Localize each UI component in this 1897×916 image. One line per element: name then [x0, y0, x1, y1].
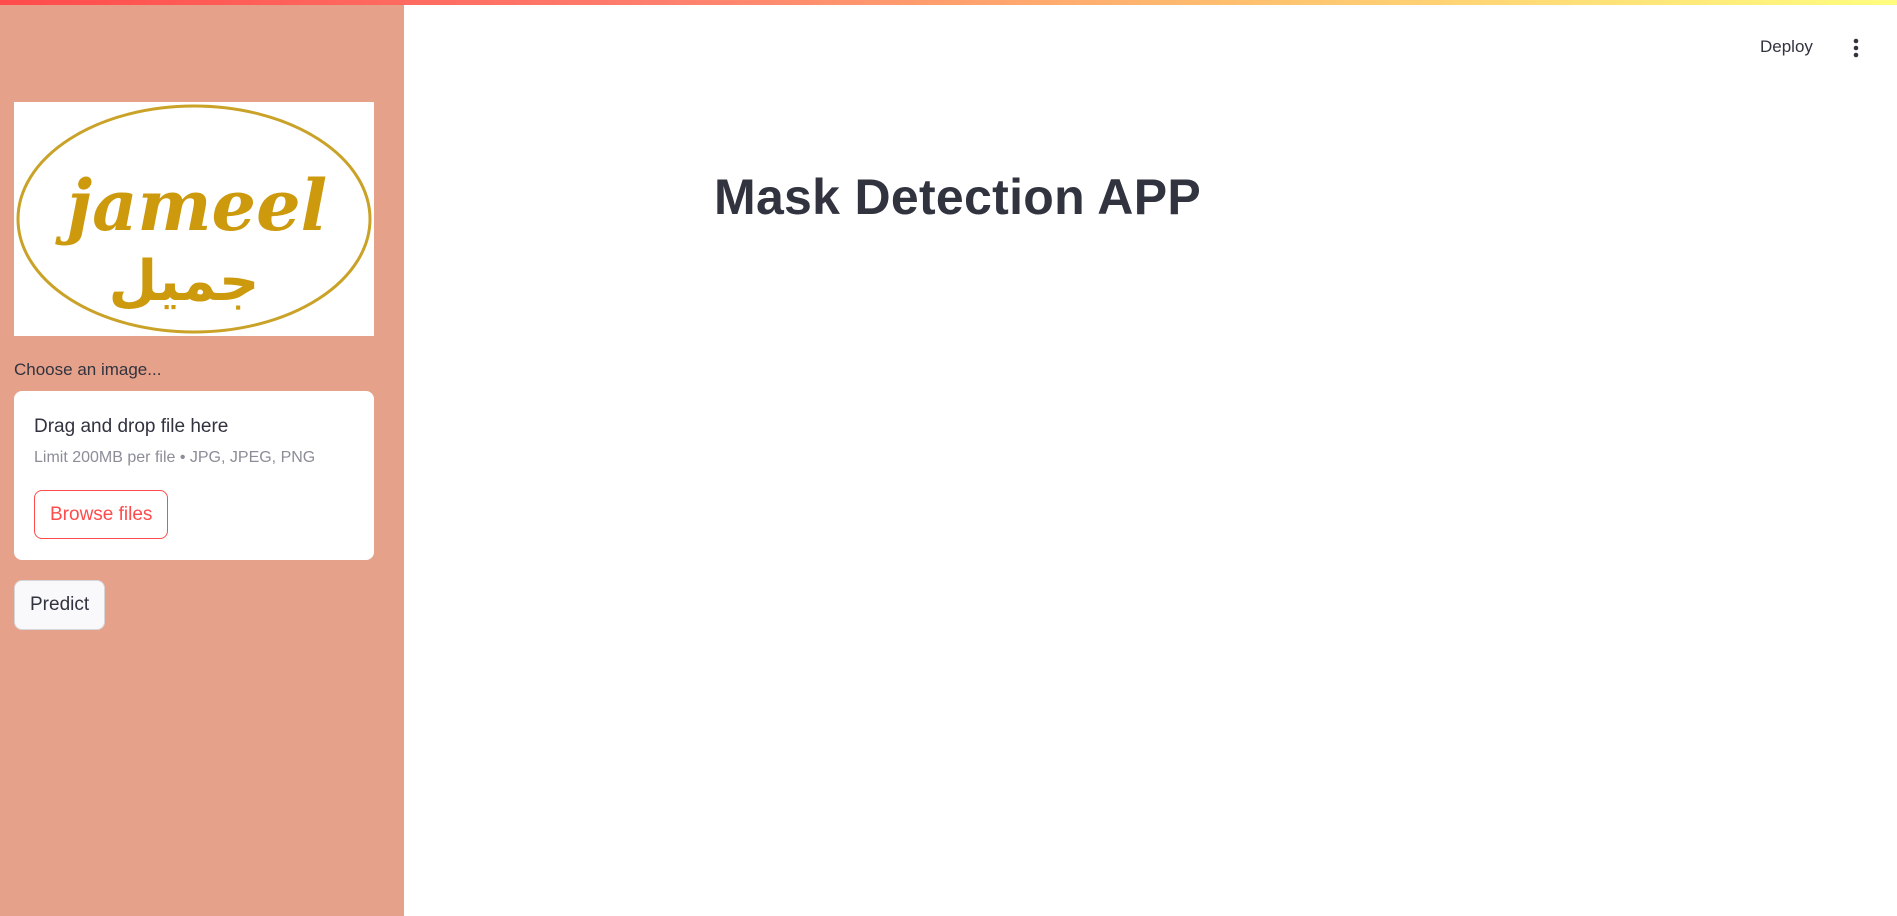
sidebar-logo: jameel جميل	[14, 102, 374, 336]
header-decoration-bar	[0, 0, 1897, 5]
browse-files-button[interactable]: Browse files	[34, 490, 169, 539]
file-uploader-label: Choose an image...	[14, 360, 162, 379]
file-dropzone[interactable]: Drag and drop file here Limit 200MB per …	[14, 391, 374, 560]
dropzone-limit-text: Limit 200MB per file • JPG, JPEG, PNG	[34, 449, 316, 466]
kebab-menu-icon[interactable]	[1848, 36, 1864, 60]
deploy-button[interactable]: Deploy	[1760, 37, 1813, 57]
svg-text:jameel: jameel	[55, 164, 327, 247]
sidebar: jameel جميل Choose an image... Drag and …	[0, 0, 404, 916]
page-title: Mask Detection APP	[714, 169, 1202, 225]
jameel-logo-image: jameel جميل	[16, 104, 372, 334]
svg-text:جميل: جميل	[109, 249, 260, 314]
predict-button[interactable]: Predict	[14, 580, 106, 630]
dropzone-title: Drag and drop file here	[34, 416, 229, 437]
